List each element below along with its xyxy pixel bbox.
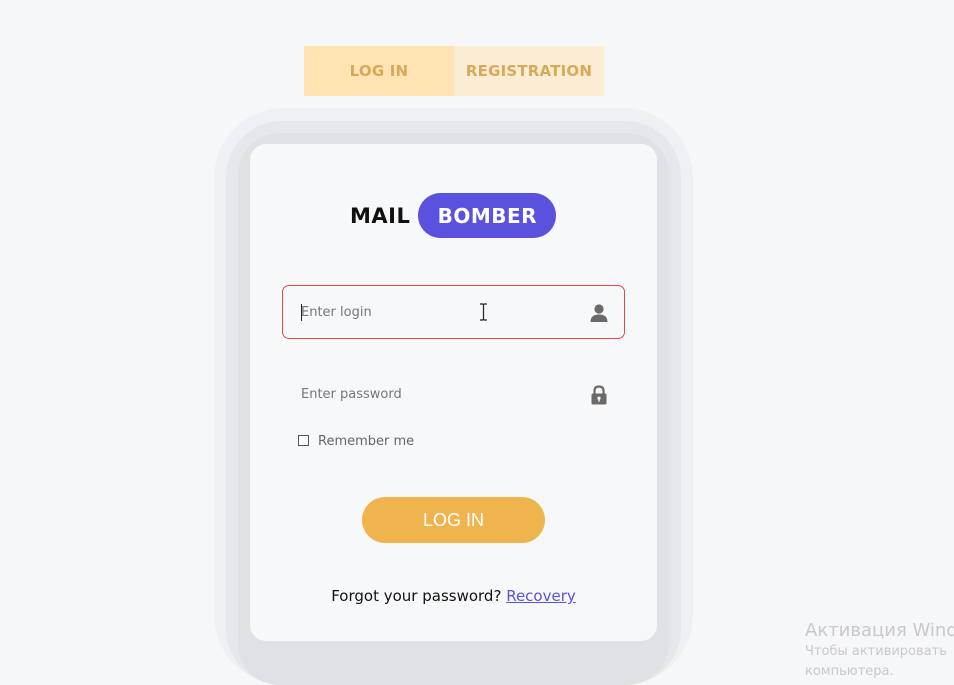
logo: MAIL BOMBER <box>350 193 557 238</box>
remember-me[interactable]: Remember me <box>298 434 414 449</box>
text-cursor-icon <box>480 303 487 321</box>
recovery-link[interactable]: Recovery <box>506 587 576 605</box>
tab-registration[interactable]: REGISTRATION <box>454 46 604 96</box>
logo-bomber-pill: BOMBER <box>418 193 557 238</box>
login-submit-button[interactable]: LOG IN <box>362 497 545 543</box>
auth-tabs: LOG IN REGISTRATION <box>304 46 604 96</box>
login-input[interactable] <box>301 286 571 338</box>
watermark-title: Активация Wind <box>805 620 954 641</box>
password-field[interactable] <box>282 367 625 421</box>
watermark-line1: Чтобы активировать <box>805 644 947 659</box>
login-field[interactable] <box>282 285 625 339</box>
forgot-password-text: Forgot your password? <box>331 587 502 605</box>
watermark-line2: компьютера. <box>805 664 894 679</box>
text-caret <box>301 304 302 321</box>
logo-mail-text: MAIL <box>350 203 411 228</box>
remember-me-checkbox[interactable] <box>298 434 309 446</box>
windows-activation-watermark: Активация Wind Чтобы активировать компью… <box>805 620 954 682</box>
login-card: MAIL BOMBER Remember m <box>250 144 657 641</box>
remember-me-label: Remember me <box>318 434 415 449</box>
lock-icon <box>591 385 607 405</box>
password-input[interactable] <box>301 368 571 420</box>
forgot-password: Forgot your password? Recovery <box>250 587 657 605</box>
user-icon <box>590 304 608 322</box>
login-page: LOG IN REGISTRATION MAIL BOMBER Enter lo… <box>0 0 954 685</box>
tab-login[interactable]: LOG IN <box>304 46 454 96</box>
